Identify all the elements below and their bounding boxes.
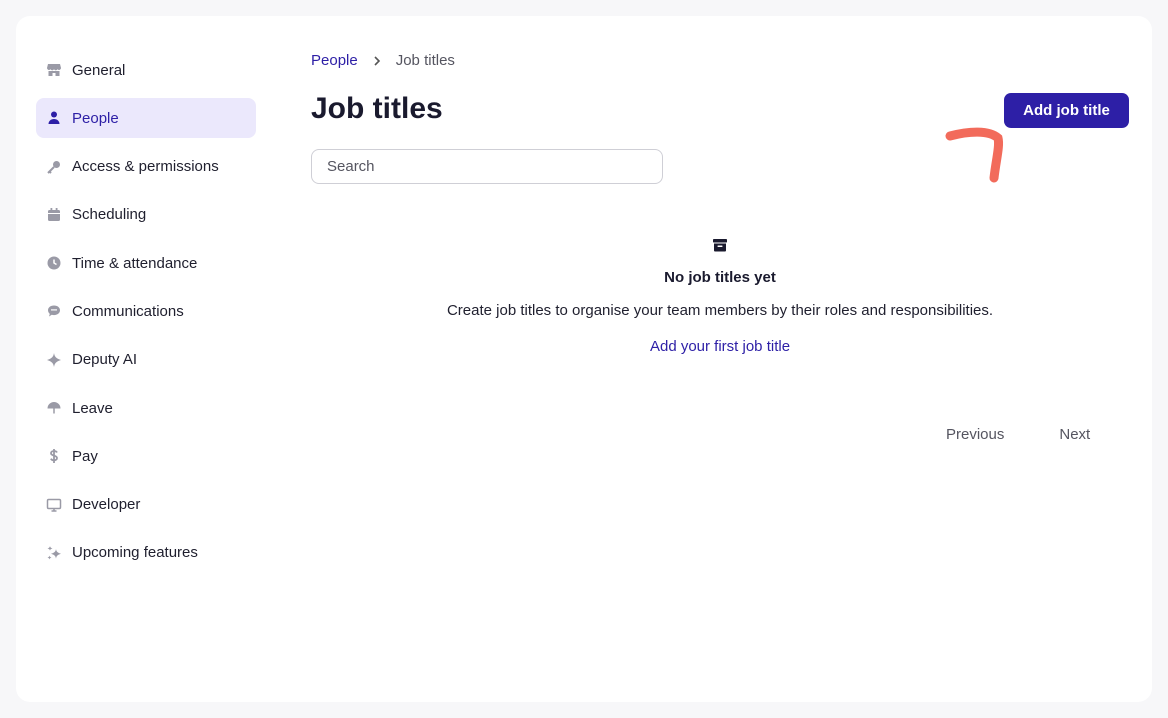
breadcrumb-people-link[interactable]: People (311, 52, 358, 69)
sidebar-item-label: Upcoming features (72, 544, 198, 562)
sidebar-item-label: Access & permissions (72, 158, 219, 176)
settings-sidebar: General People Access & permissions Sche… (36, 50, 256, 581)
add-first-job-title-link[interactable]: Add your first job title (650, 338, 790, 355)
archive-box-icon (711, 236, 729, 254)
breadcrumb-current: Job titles (395, 52, 455, 69)
add-job-title-button[interactable]: Add job title (1004, 93, 1129, 128)
sidebar-item-upcoming-features[interactable]: Upcoming features (36, 533, 256, 573)
sidebar-item-label: People (72, 109, 119, 127)
sidebar-item-label: Leave (72, 399, 113, 417)
settings-card: General People Access & permissions Sche… (16, 16, 1152, 702)
sidebar-item-people[interactable]: People (36, 98, 256, 139)
pagination: Previous Next (946, 426, 1090, 443)
dollar-icon (46, 448, 62, 464)
sidebar-item-deputy-ai[interactable]: Deputy AI (36, 340, 256, 380)
search-input[interactable] (311, 149, 663, 184)
empty-state-title: No job titles yet (664, 269, 776, 286)
umbrella-icon (46, 400, 62, 416)
sidebar-item-general[interactable]: General (36, 50, 256, 90)
sidebar-item-pay[interactable]: Pay (36, 436, 256, 476)
next-page-button[interactable]: Next (1059, 426, 1090, 443)
sidebar-item-label: Time & attendance (72, 254, 198, 272)
empty-state: No job titles yet Create job titles to o… (311, 236, 1129, 356)
calendar-icon (46, 207, 62, 223)
chat-icon (46, 303, 62, 319)
page-title: Job titles (311, 92, 443, 125)
sidebar-item-label: General (72, 61, 126, 79)
sidebar-item-access-permissions[interactable]: Access & permissions (36, 147, 256, 187)
sidebar-item-communications[interactable]: Communications (36, 291, 256, 331)
annotation-mark (945, 127, 1003, 183)
sidebar-item-label: Deputy AI (72, 351, 138, 369)
sidebar-item-label: Scheduling (72, 206, 147, 224)
clock-icon (46, 255, 62, 271)
sparkle-icon (46, 352, 62, 368)
sidebar-item-scheduling[interactable]: Scheduling (36, 195, 256, 235)
sidebar-item-label: Developer (72, 496, 141, 514)
sidebar-item-label: Pay (72, 447, 98, 465)
sidebar-item-leave[interactable]: Leave (36, 388, 256, 428)
breadcrumb: People Job titles (311, 52, 455, 69)
sparkles-icon (46, 545, 62, 561)
key-icon (46, 159, 62, 175)
sidebar-item-time-attendance[interactable]: Time & attendance (36, 243, 256, 283)
previous-page-button[interactable]: Previous (946, 426, 1004, 443)
empty-state-description: Create job titles to organise your team … (446, 302, 994, 319)
sidebar-item-developer[interactable]: Developer (36, 485, 256, 525)
chevron-right-icon (372, 55, 382, 66)
monitor-icon (46, 497, 62, 513)
person-icon (46, 110, 62, 126)
sidebar-item-label: Communications (72, 302, 184, 320)
store-icon (46, 62, 62, 78)
